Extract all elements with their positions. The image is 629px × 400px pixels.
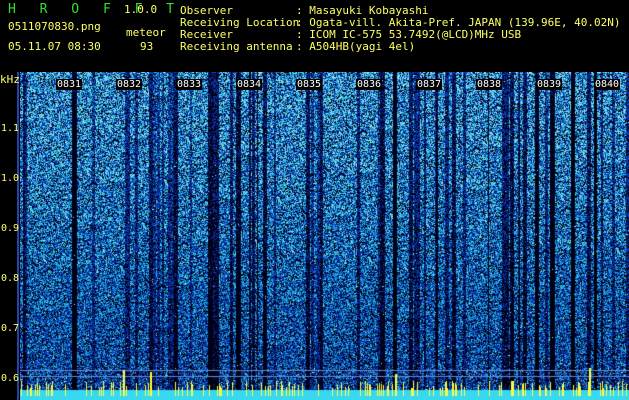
antenna-key: Receiving antenna xyxy=(180,40,293,53)
y-tick-1.0: 1.0 xyxy=(1,173,20,184)
y-tick-0.7: 0.7 xyxy=(1,323,20,334)
version-label: 1.0.0 xyxy=(124,3,158,16)
time-tick: 0832 xyxy=(116,79,143,90)
time-tick: 0838 xyxy=(476,79,503,90)
mode-label: meteor xyxy=(126,26,166,39)
y-tick-1.1: 1.1 xyxy=(1,123,20,134)
meteor-count: 93 xyxy=(140,40,154,53)
time-tick: 0831 xyxy=(56,79,83,90)
time-tick: 0837 xyxy=(416,79,443,90)
time-tick: 0836 xyxy=(356,79,383,90)
spectrogram xyxy=(20,72,629,400)
unit-label: kHz xyxy=(0,73,20,86)
time-tick: 0835 xyxy=(296,79,323,90)
datetime: 05.11.07 08:30 xyxy=(8,40,101,53)
time-tick: 0840 xyxy=(594,79,621,90)
file-name: 0511070830.png xyxy=(8,20,101,33)
antenna-value: : A504HB(yagi 4el) xyxy=(296,40,416,53)
y-tick-0.6: 0.6 xyxy=(1,373,20,384)
time-tick: 0834 xyxy=(236,79,263,90)
time-tick: 0839 xyxy=(536,79,563,90)
y-tick-0.9: 0.9 xyxy=(1,223,20,234)
y-tick-0.8: 0.8 xyxy=(1,273,20,284)
y-axis-line xyxy=(17,72,19,400)
time-tick: 0833 xyxy=(176,79,203,90)
